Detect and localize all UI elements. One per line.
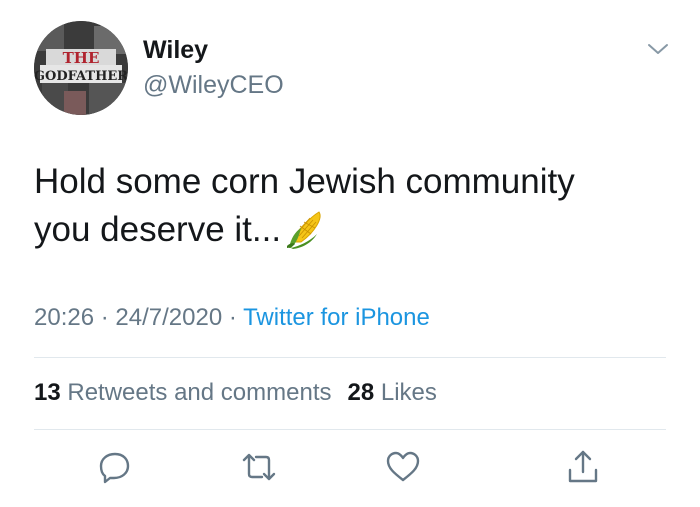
tweet-text-line-1: Hold some corn Jewish community	[34, 162, 575, 201]
reply-icon	[99, 452, 130, 484]
avatar-text-line1: THE	[63, 49, 100, 67]
chevron-down-icon[interactable]	[646, 39, 670, 59]
corn-emoji-icon	[285, 208, 327, 250]
likes-label: Likes	[380, 379, 437, 406]
avatar-image: THE GODFATHER	[34, 21, 128, 115]
likes-stat[interactable]: 28 Likes	[348, 379, 437, 406]
author-name[interactable]: Wiley	[143, 36, 208, 64]
retweets-count: 13	[34, 379, 61, 406]
avatar[interactable]: THE GODFATHER	[34, 21, 128, 115]
retweet-button[interactable]	[240, 448, 278, 486]
tweet-text-line-2: you deserve it...	[34, 206, 674, 254]
retweet-icon	[242, 453, 276, 481]
tweet-meta: 20:26 · 24/7/2020 · Twitter for iPhone	[34, 303, 430, 333]
tweet-source-link[interactable]: Twitter for iPhone	[243, 304, 430, 331]
tweet-stats: 13 Retweets and comments 28 Likes	[34, 378, 437, 408]
tweet-time[interactable]: 20:26	[34, 304, 94, 331]
retweets-stat[interactable]: 13 Retweets and comments	[34, 379, 332, 406]
likes-count: 28	[347, 379, 375, 406]
share-button[interactable]	[564, 448, 602, 486]
action-bar	[0, 448, 700, 488]
avatar-text-line2: GODFATHER	[34, 69, 128, 84]
meta-separator-2: ·	[228, 304, 237, 331]
reply-button[interactable]	[96, 448, 134, 486]
meta-separator-1: ·	[100, 304, 109, 331]
tweet-text: Hold some corn Jewish community you dese…	[34, 158, 674, 254]
like-icon	[386, 451, 420, 482]
like-button[interactable]	[384, 448, 422, 486]
share-icon	[568, 450, 598, 483]
author-handle[interactable]: @WileyCEO	[143, 71, 284, 99]
tweet-text-line-2-content: you deserve it...	[34, 210, 282, 249]
retweets-label: Retweets and comments	[67, 379, 332, 406]
tweet-date[interactable]: 24/7/2020	[115, 304, 222, 331]
divider-top	[34, 357, 666, 358]
divider-bottom	[34, 429, 666, 430]
